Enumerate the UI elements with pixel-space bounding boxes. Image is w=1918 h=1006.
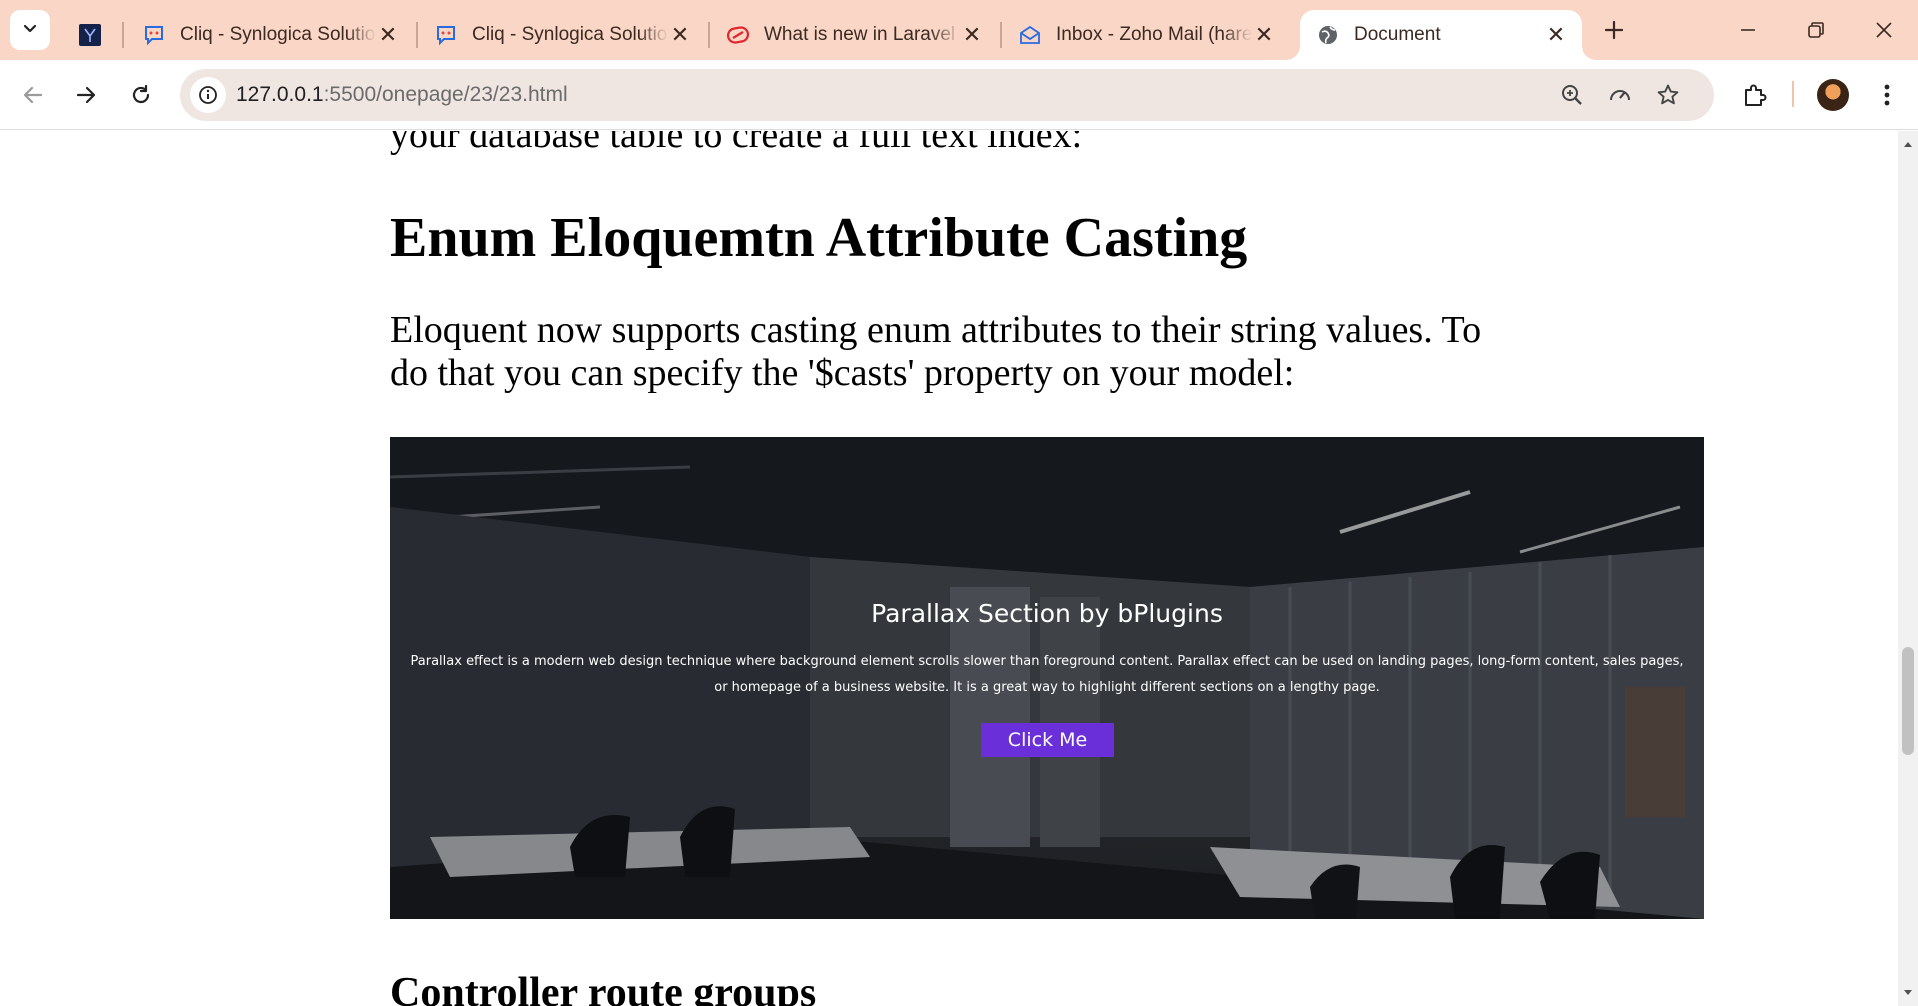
next-section-heading: Controller route groups — [390, 970, 817, 1006]
tab-zoho-mail[interactable]: Inbox - Zoho Mail (haresh ✕ — [1002, 10, 1290, 60]
url-host: 127.0.0.1 — [236, 83, 324, 106]
parallax-description: Parallax effect is a modern web design t… — [410, 654, 1684, 695]
back-button[interactable] — [10, 72, 56, 118]
info-icon — [199, 86, 217, 104]
close-window-icon — [1876, 22, 1892, 38]
tab-strip: Cliq - Synlogica Solution ✕ Cliq - Synlo… — [0, 0, 1918, 60]
click-me-button[interactable]: Click Me — [981, 723, 1114, 757]
tab-document[interactable]: Document ✕ — [1300, 10, 1582, 60]
tab-separator — [122, 22, 124, 48]
reload-icon — [132, 84, 150, 104]
close-window-button[interactable] — [1854, 8, 1914, 52]
tab-title: Document — [1354, 24, 1441, 45]
minimize-button[interactable] — [1718, 8, 1778, 52]
bookmark-star-icon[interactable] — [1652, 79, 1684, 111]
menu-button[interactable] — [1864, 72, 1910, 118]
zoho-mail-icon — [1018, 23, 1042, 47]
site-info-button[interactable] — [190, 77, 226, 113]
more-vert-icon — [1884, 84, 1890, 106]
cliq-icon — [142, 23, 166, 47]
tab-title: Cliq - Synlogica Solution — [472, 24, 668, 45]
app-logo-icon — [78, 23, 102, 47]
vertical-scrollbar[interactable] — [1898, 131, 1918, 1006]
restore-button[interactable] — [1786, 8, 1846, 52]
tab-cliq-2[interactable]: Cliq - Synlogica Solution ✕ — [418, 10, 706, 60]
chevron-down-icon — [22, 20, 38, 41]
close-icon[interactable]: ✕ — [668, 22, 692, 47]
tab-pinned-app[interactable] — [66, 10, 114, 60]
zoom-icon[interactable] — [1556, 79, 1588, 111]
puzzle-icon — [1745, 84, 1767, 106]
parallax-section: Parallax Section by bPlugins Parallax ef… — [390, 437, 1704, 919]
previous-paragraph-text: your database table to create a full tex… — [390, 131, 1083, 156]
avatar — [1817, 79, 1849, 111]
new-tab-button[interactable] — [1596, 12, 1632, 48]
close-icon[interactable]: ✕ — [960, 22, 984, 47]
arrow-left-icon — [23, 86, 43, 104]
parallax-title: Parallax Section by bPlugins — [871, 599, 1223, 628]
section-paragraph: Eloquent now supports casting enum attri… — [390, 309, 1482, 394]
toolbar-divider — [1792, 81, 1794, 107]
url-text[interactable]: 127.0.0.1:5500/onepage/23/23.html — [236, 83, 568, 107]
cliq-icon — [434, 23, 458, 47]
restore-icon — [1808, 22, 1824, 38]
tab-title: Cliq - Synlogica Solution — [180, 24, 376, 45]
scroll-down-arrow-icon[interactable] — [1898, 984, 1918, 1002]
tab-title: What is new in Laravel 9 — [764, 24, 960, 45]
url-path: :5500/onepage/23/23.html — [323, 83, 568, 106]
extensions-button[interactable] — [1732, 72, 1778, 118]
tab-cliq-1[interactable]: Cliq - Synlogica Solution ✕ — [126, 10, 414, 60]
close-icon[interactable]: ✕ — [1252, 22, 1276, 47]
section-heading: Enum Eloquemtn Attribute Casting — [390, 207, 1248, 269]
scrollbar-thumb[interactable] — [1902, 647, 1914, 755]
tab-title: Inbox - Zoho Mail (haresh — [1056, 24, 1252, 45]
close-icon[interactable]: ✕ — [1544, 22, 1568, 47]
arrow-right-icon — [76, 86, 96, 104]
profile-button[interactable] — [1810, 72, 1856, 118]
page-viewport: your database table to create a full tex… — [0, 131, 1898, 1006]
forward-button[interactable] — [63, 72, 109, 118]
browser-toolbar: 127.0.0.1:5500/onepage/23/23.html — [0, 60, 1918, 130]
performance-icon[interactable] — [1604, 79, 1636, 111]
minimize-icon — [1741, 29, 1755, 31]
tab-laravel[interactable]: What is new in Laravel 9 ✕ — [710, 10, 998, 60]
close-icon[interactable]: ✕ — [376, 22, 400, 47]
scroll-up-arrow-icon[interactable] — [1898, 135, 1918, 153]
globe-icon — [1316, 23, 1340, 47]
address-bar[interactable]: 127.0.0.1:5500/onepage/23/23.html — [180, 69, 1714, 121]
reload-button[interactable] — [118, 72, 164, 118]
tab-search-button[interactable] — [10, 10, 50, 50]
laravel-icon — [726, 23, 750, 47]
